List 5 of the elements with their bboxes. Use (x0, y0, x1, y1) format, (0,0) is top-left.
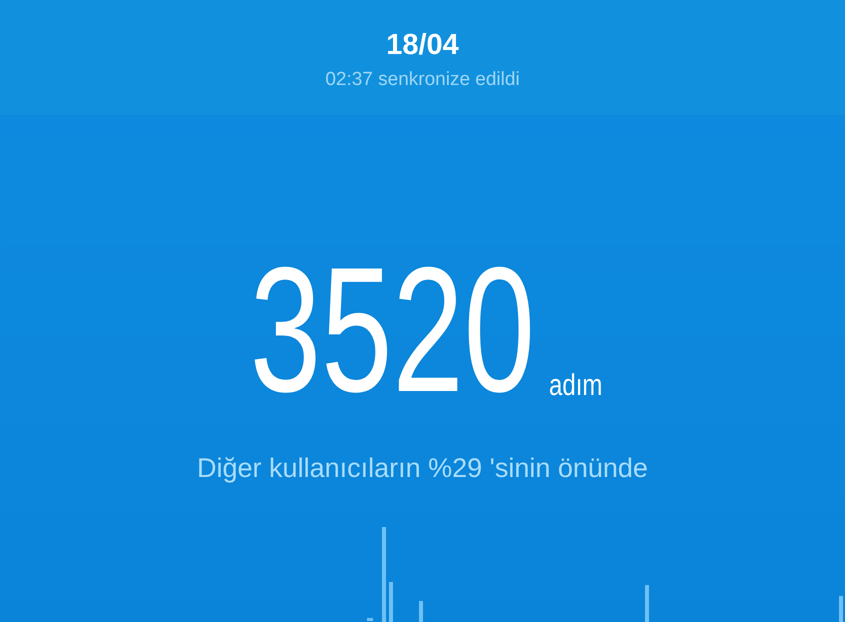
sync-status: 02:37 senkronize edildi (325, 68, 520, 92)
step-count: 3520 (250, 255, 536, 405)
date-title: 18/04 (386, 28, 459, 62)
comparison-text: Diğer kullanıcıların %29 'sinin önünde (197, 453, 648, 484)
step-unit: adım (549, 371, 602, 401)
